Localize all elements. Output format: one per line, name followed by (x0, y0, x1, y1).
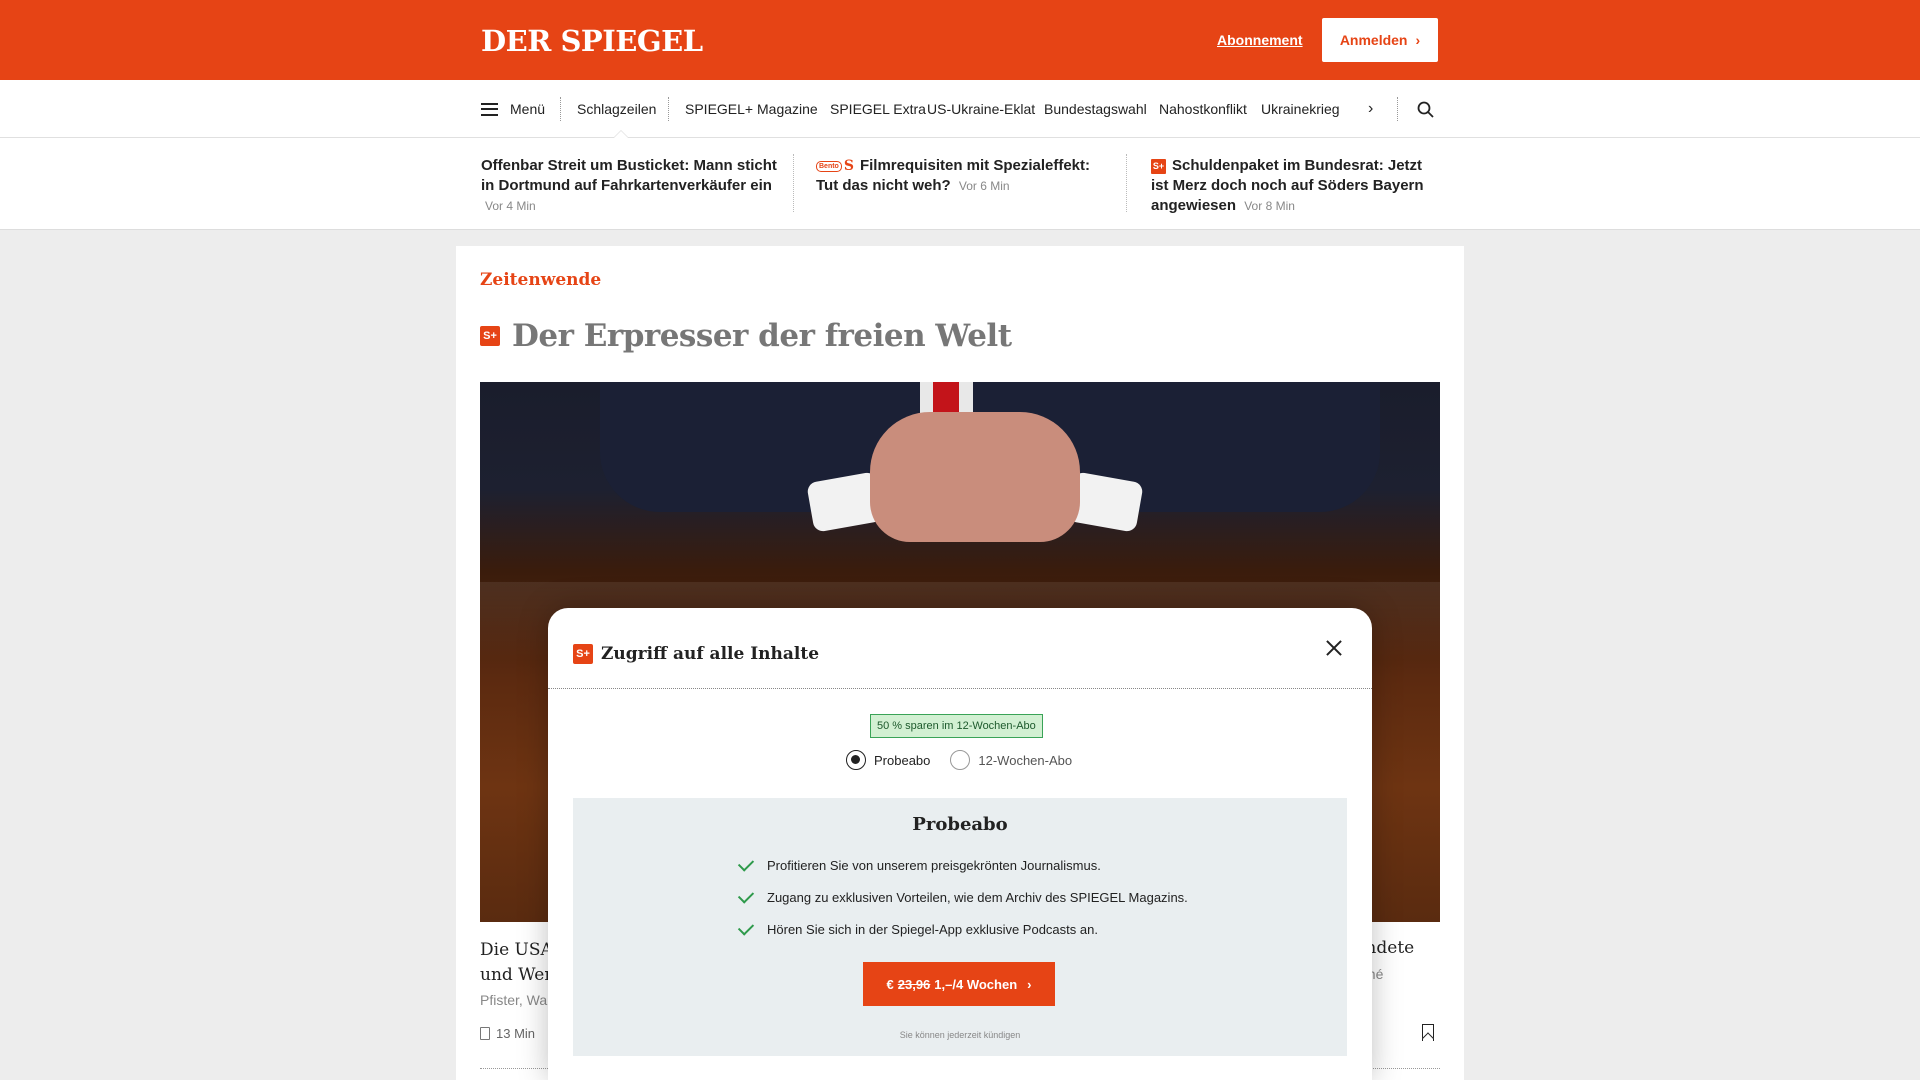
spiegel-plus-badge: S+ (480, 326, 500, 346)
radio-unchecked-icon (950, 750, 971, 770)
nav-item-spiegel-plus[interactable]: SPIEGEL+ (685, 80, 753, 138)
savings-badge: 50 % sparen im 12-Wochen-Abo (870, 714, 1043, 738)
benefit-text: Hören Sie sich in der Spiegel-App exklus… (767, 922, 1098, 937)
headline-title: Filmrequisiten mit Spezialeffekt: Tut da… (816, 157, 1091, 194)
headline-item[interactable]: Offenbar Streit um Busticket: Mann stich… (481, 156, 781, 216)
article-title: Der Erpresser der freien Welt (512, 318, 1012, 354)
nav-item-ukrainekrieg[interactable]: Ukrainekrieg (1261, 80, 1340, 138)
headline-divider (1126, 154, 1127, 212)
reading-time-label: 13 Min (496, 1026, 536, 1041)
cta-new-price: 1,–/4 Wochen (934, 976, 1018, 992)
check-icon (737, 919, 755, 936)
top-header: DER SPIEGEL Abonnement Anmelden › (0, 0, 1920, 80)
benefit-item: Profitieren Sie von unserem preisgekrönt… (737, 855, 1101, 873)
login-button[interactable]: Anmelden › (1322, 18, 1438, 62)
nav-item-spiegel-extra[interactable]: SPIEGEL Extra (830, 80, 926, 138)
login-button-label: Anmelden (1339, 32, 1408, 48)
latest-headlines: Offenbar Streit um Busticket: Mann stich… (0, 138, 1920, 230)
article-title-row[interactable]: S+ Der Erpresser der freien Welt (480, 318, 1012, 354)
nav-divider (1397, 97, 1398, 121)
chevron-right-icon: › (1027, 976, 1032, 992)
headline-title: Offenbar Streit um Busticket: Mann stich… (481, 157, 777, 194)
radio-12-wochen-abo[interactable]: 12-Wochen-Abo (950, 750, 1072, 770)
radio-probeabo[interactable]: Probeabo (846, 750, 930, 770)
benefit-item: Hören Sie sich in der Spiegel-App exklus… (737, 919, 1098, 937)
menu-button[interactable]: Menü (481, 80, 545, 138)
spiegel-s-icon: S (843, 158, 854, 174)
nav-divider (560, 97, 561, 121)
menu-label: Menü (510, 101, 546, 117)
bento-badge: Bento (816, 161, 842, 172)
cta-currency: € (886, 976, 894, 992)
nav-item-bundestagswahl[interactable]: Bundestagswahl (1044, 80, 1147, 138)
subscribe-button[interactable]: € 23,96 1,–/4 Wochen › (863, 962, 1055, 1006)
headline-time: Vor 6 Min (958, 179, 1010, 193)
nav-item-us-ukraine[interactable]: US-Ukraine-Eklat (927, 80, 1035, 138)
subscription-link[interactable]: Abonnement (1217, 32, 1303, 48)
spiegel-plus-badge: S+ (573, 644, 593, 664)
cancel-note: Sie können jederzeit kündigen (899, 1030, 1021, 1040)
spiegel-plus-badge: S+ (1151, 159, 1166, 174)
reading-time: 13 Min (480, 1026, 535, 1041)
nav-item-nahostkonflikt[interactable]: Nahostkonflikt (1159, 80, 1247, 138)
modal-title: Zugriff auf alle Inhalte (601, 644, 820, 664)
benefit-text: Profitieren Sie von unserem preisgekrönt… (767, 858, 1101, 873)
radio-checked-icon (846, 750, 866, 770)
radio-label: Probeabo (874, 752, 931, 768)
cta-old-price: 23,96 (897, 976, 931, 992)
headline-time: Vor 4 Min (485, 199, 536, 213)
active-nav-indicator (613, 130, 629, 138)
modal-header: S+ Zugriff auf alle Inhalte (573, 644, 819, 664)
benefit-text: Zugang zu exklusiven Vorteilen, wie dem … (767, 890, 1188, 905)
plan-title: Probeabo (912, 814, 1008, 835)
plan-selector: Probeabo 12-Wochen-Abo (846, 750, 1072, 770)
check-icon (737, 887, 755, 904)
main-nav: Menü Schlagzeilen SPIEGEL+ Magazine SPIE… (0, 80, 1920, 138)
benefit-item: Zugang zu exklusiven Vorteilen, wie dem … (737, 887, 1188, 905)
chevron-right-icon: › (1415, 32, 1421, 48)
headline-time: Vor 8 Min (1244, 199, 1295, 213)
close-icon[interactable] (1324, 638, 1344, 658)
radio-label: 12-Wochen-Abo (978, 752, 1073, 768)
chevron-right-icon[interactable]: › (1368, 80, 1373, 138)
subscription-modal: S+ Zugriff auf alle Inhalte 50 % sparen … (548, 608, 1372, 1080)
nav-divider (668, 97, 669, 121)
document-icon (480, 1027, 490, 1040)
headline-item[interactable]: S+ Schuldenpaket im Bundesrat: Jetzt ist … (1151, 156, 1441, 216)
headline-divider (793, 154, 794, 212)
spiegel-logo[interactable]: DER SPIEGEL (481, 24, 703, 58)
plan-details: Probeabo Profitieren Sie von unserem pre… (573, 798, 1347, 1056)
modal-divider (548, 688, 1372, 689)
headline-item[interactable]: Bento S Filmrequisiten mit Spezialeffekt: … (816, 156, 1116, 196)
check-icon (737, 855, 755, 872)
search-icon[interactable] (1417, 80, 1434, 138)
nav-item-magazine[interactable]: Magazine (757, 80, 818, 138)
bookmark-icon[interactable] (1422, 1024, 1434, 1041)
article-kicker[interactable]: Zeitenwende (480, 270, 601, 290)
hamburger-icon (481, 102, 498, 116)
